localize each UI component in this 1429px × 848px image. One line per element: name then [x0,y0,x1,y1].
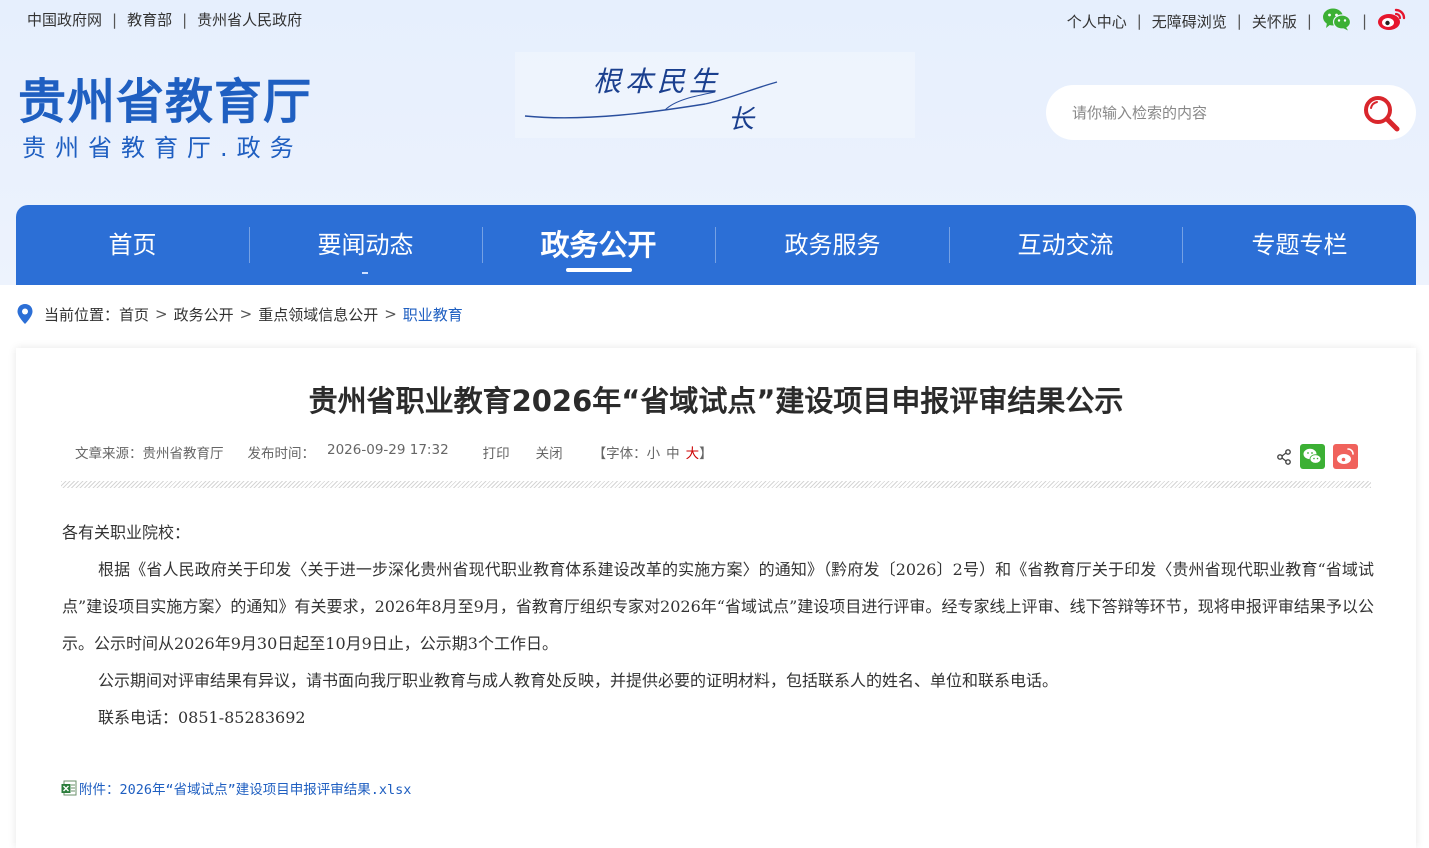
attachment-link[interactable]: 附件：2026年“省域试点”建设项目申报评审结果.xlsx [61,778,411,798]
nav-item-interaction[interactable]: 互动交流 [949,205,1182,285]
close-link[interactable]: 关闭 [536,442,563,462]
separator: | [112,11,118,29]
search-icon[interactable] [1360,92,1402,134]
link-ministry-of-education[interactable]: 教育部 [127,9,172,30]
separator: | [182,11,188,29]
calligraphy-banner: 根本民生 长 [515,52,915,138]
article-body: 各有关职业院校： 根据《省人民政府关于印发〈关于进一步深化贵州省现代职业教育体系… [62,514,1374,736]
nav-item-home[interactable]: 首页 [16,205,249,285]
breadcrumb-home[interactable]: 首页 [119,304,149,325]
font-size-large[interactable]: 大 [686,442,700,462]
link-china-gov[interactable]: 中国政府网 [27,9,102,30]
search-box [1046,85,1416,140]
share-icon[interactable] [1276,448,1292,465]
weibo-share-icon[interactable] [1333,444,1358,469]
separator: | [1236,12,1242,30]
article-meta: 文章来源： 贵州省教育厅 发布时间： 2026-09-29 17:32 打印 关… [75,442,713,462]
nav-item-special-topics[interactable]: 专题专栏 [1183,205,1416,285]
banner-slogan-line2: 长 [728,105,755,135]
article-salutation: 各有关职业院校： [62,523,191,542]
share-bar [1268,444,1358,469]
site-logo-title[interactable]: 贵州省教育厅 [18,62,312,132]
article-title: 贵州省职业教育2026年“省域试点”建设项目申报评审结果公示 [308,384,1124,418]
search-input[interactable] [1070,99,1334,127]
breadcrumb-label: 当前位置： [44,305,120,324]
topbar-left-links: 中国政府网 | 教育部 | 贵州省人民政府 [27,9,302,30]
nav-label: 政务公开 [540,228,657,262]
nav-item-services[interactable]: 政务服务 [716,205,949,285]
wechat-share-icon[interactable] [1300,444,1325,469]
excel-file-icon [61,780,77,796]
link-guizhou-gov[interactable]: 贵州省人民政府 [197,9,302,30]
article-paragraph: 根据《省人民政府关于印发〈关于进一步深化贵州省现代职业教育体系建设改革的实施方案… [62,560,1374,653]
source-label: 文章来源： [75,446,143,462]
wechat-icon[interactable] [1322,7,1352,35]
nav-label: 专题专栏 [1251,231,1348,259]
print-link[interactable]: 打印 [483,442,510,462]
nav-item-news[interactable]: 要闻动态 [249,205,482,285]
separator: | [1361,12,1367,30]
nav-label: 政务服务 [784,231,881,259]
breadcrumb-government-affairs[interactable]: 政务公开 [174,304,234,325]
breadcrumb-separator: > [384,305,397,323]
separator: | [1306,12,1312,30]
link-personal-center[interactable]: 个人中心 [1067,11,1127,32]
link-accessibility[interactable]: 无障碍浏览 [1152,11,1227,32]
article-card: 贵州省职业教育2026年“省域试点”建设项目申报评审结果公示 文章来源： 贵州省… [16,348,1416,848]
link-elderly-mode[interactable]: 关怀版 [1252,11,1297,32]
site-logo-subtitle: 贵州省教育厅.政务 [22,134,303,162]
breadcrumb: 当前位置： 首页 > 政务公开 > 重点领域信息公开 > 职业教育 [16,303,463,325]
font-size-open: 【字体： [592,446,647,462]
breadcrumb-key-areas[interactable]: 重点领域信息公开 [258,304,378,325]
nav-label: 要闻动态 [317,231,414,259]
nav-item-government-affairs[interactable]: 政务公开 [482,205,715,285]
article-contact-phone: 联系电话：0851-85283692 [98,708,306,727]
topbar-right-links: 个人中心 | 无障碍浏览 | 关怀版 | | [1067,6,1407,36]
banner-slogan-line1: 根本民生 [593,65,722,98]
article-paragraph: 公示期间对评审结果有异议，请书面向我厅职业教育与成人教育处反映，并提供必要的证明… [98,671,1059,690]
nav-hover-dot [362,272,368,274]
location-pin-icon [16,303,34,325]
attachment-label[interactable]: 附件：2026年“省域试点”建设项目申报评审结果.xlsx [79,778,411,798]
nav-active-underline [566,268,632,272]
title-divider [61,481,1371,488]
main-nav: 首页 要闻动态 政务公开 政务服务 互动交流 专题专栏 [16,205,1416,285]
weibo-icon[interactable] [1377,6,1407,36]
nav-label: 互动交流 [1017,231,1114,259]
date-label: 发布时间： [247,446,316,462]
font-size-small[interactable]: 小 [647,442,661,462]
font-size-medium[interactable]: 中 [666,442,680,462]
separator: | [1136,12,1142,30]
breadcrumb-separator: > [155,305,168,323]
breadcrumb-vocational-education[interactable]: 职业教育 [403,304,463,325]
nav-label: 首页 [108,231,157,259]
font-size-close: 】 [699,446,713,462]
breadcrumb-separator: > [239,305,253,323]
source-value: 贵州省教育厅 [142,446,224,462]
publish-date: 2026-09-29 17:32 [327,442,449,458]
